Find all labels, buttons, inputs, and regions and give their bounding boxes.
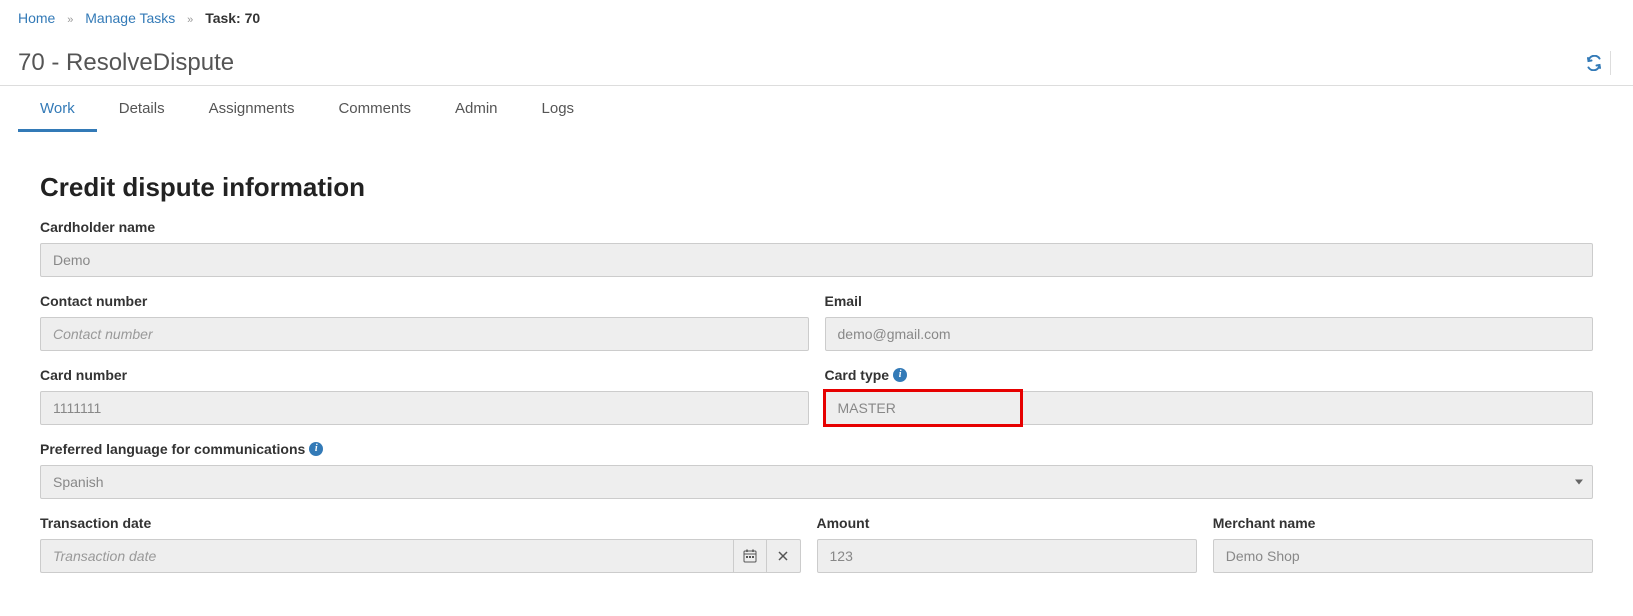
tab-comments[interactable]: Comments	[316, 88, 433, 132]
cardtype-label-text: Card type	[825, 367, 890, 383]
refresh-icon	[1586, 55, 1602, 71]
contact-label: Contact number	[40, 293, 809, 309]
breadcrumb-manage-tasks[interactable]: Manage Tasks	[85, 10, 175, 26]
lang-select[interactable]: Spanish	[40, 465, 1593, 499]
tab-logs[interactable]: Logs	[520, 88, 597, 132]
tab-work[interactable]: Work	[18, 88, 97, 132]
email-input[interactable]	[825, 317, 1594, 351]
info-icon[interactable]: i	[893, 368, 907, 382]
lang-label-text: Preferred language for communications	[40, 441, 305, 457]
amount-label: Amount	[817, 515, 1197, 531]
section-title: Credit dispute information	[40, 172, 1593, 203]
cardtype-input[interactable]	[825, 391, 1594, 425]
cardnum-input[interactable]	[40, 391, 809, 425]
merchant-input[interactable]	[1213, 539, 1593, 573]
email-label: Email	[825, 293, 1594, 309]
refresh-button[interactable]	[1578, 51, 1611, 75]
clear-date-button[interactable]	[767, 539, 801, 573]
cardtype-label: Card type i	[825, 367, 1594, 383]
merchant-label: Merchant name	[1213, 515, 1593, 531]
close-icon	[778, 551, 788, 561]
breadcrumb: Home » Manage Tasks » Task: 70	[0, 0, 1633, 37]
txdate-input[interactable]	[40, 539, 733, 573]
cardholder-label: Cardholder name	[40, 219, 1593, 235]
calendar-button[interactable]	[733, 539, 767, 573]
tabs: Work Details Assignments Comments Admin …	[0, 88, 1633, 132]
txdate-label: Transaction date	[40, 515, 801, 531]
breadcrumb-sep-icon: »	[67, 14, 73, 26]
breadcrumb-sep-icon: »	[187, 14, 193, 26]
tab-assignments[interactable]: Assignments	[187, 88, 317, 132]
lang-label: Preferred language for communications i	[40, 441, 1593, 457]
page-title: 70 - ResolveDispute	[18, 49, 234, 77]
content-area: Credit dispute information Cardholder na…	[0, 132, 1633, 609]
contact-input[interactable]	[40, 317, 809, 351]
calendar-icon	[743, 549, 757, 563]
info-icon[interactable]: i	[309, 442, 323, 456]
breadcrumb-current: Task: 70	[205, 10, 260, 26]
amount-input[interactable]	[817, 539, 1197, 573]
breadcrumb-home[interactable]: Home	[18, 10, 55, 26]
tab-details[interactable]: Details	[97, 88, 187, 132]
cardnum-label: Card number	[40, 367, 809, 383]
cardholder-input[interactable]	[40, 243, 1593, 277]
tab-admin[interactable]: Admin	[433, 88, 520, 132]
page-header: 70 - ResolveDispute	[0, 37, 1633, 86]
